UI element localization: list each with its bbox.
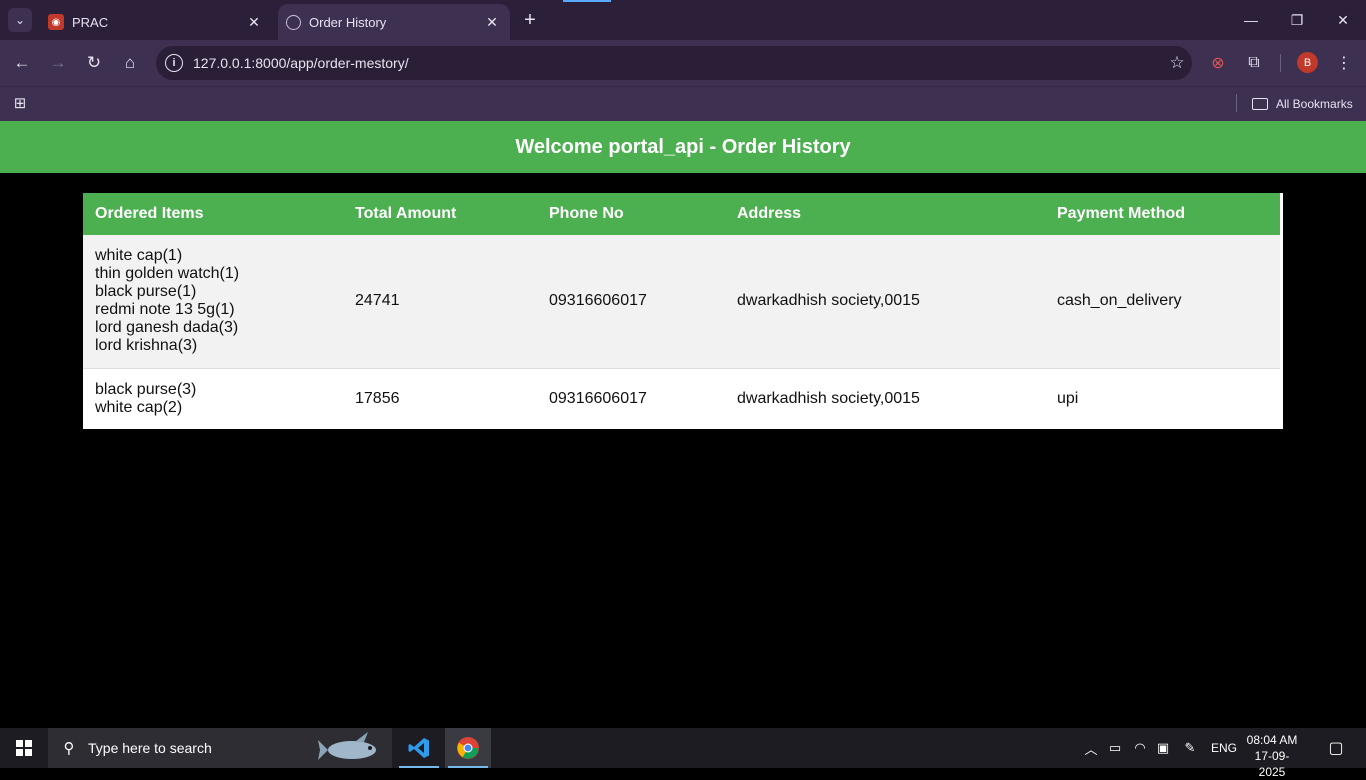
- column-header: Total Amount: [343, 193, 537, 235]
- total-amount-cell: 17856: [343, 368, 537, 429]
- page-header: Welcome portal_api - Order History: [0, 121, 1366, 173]
- tab-search-chevron-icon[interactable]: ⌄: [8, 8, 32, 32]
- ordered-item: lord ganesh dada(3): [95, 319, 239, 337]
- window-close-icon[interactable]: ✕: [1320, 0, 1366, 40]
- url-text[interactable]: 127.0.0.1:8000/app/order-mestory/: [193, 55, 1162, 71]
- start-button[interactable]: [0, 728, 48, 768]
- battery-icon[interactable]: ▭: [1104, 728, 1126, 768]
- taskbar-search-box[interactable]: ⚲ Type here to search: [48, 728, 392, 768]
- phone-cell: 09316606017: [537, 235, 725, 369]
- payment-method-cell: cash_on_delivery: [1045, 235, 1280, 369]
- payment-method-cell: upi: [1045, 368, 1280, 429]
- tab-group-indicator: [563, 0, 611, 2]
- extensions-puzzle-icon[interactable]: ⧉: [1241, 50, 1267, 76]
- column-header: Ordered Items: [83, 193, 343, 235]
- close-icon[interactable]: ✕: [482, 12, 502, 32]
- column-header: Address: [725, 193, 1045, 235]
- chrome-taskbar-app[interactable]: [445, 728, 491, 768]
- ordered-items-cell: black purse(3) white cap(2): [83, 368, 343, 429]
- address-bar[interactable]: i 127.0.0.1:8000/app/order-mestory/ ☆: [156, 46, 1192, 80]
- apps-grid-icon[interactable]: ⊞: [11, 94, 29, 112]
- order-history-table: Ordered Items Total Amount Phone No Addr…: [83, 193, 1280, 429]
- back-arrow-icon[interactable]: ←: [9, 50, 35, 76]
- tab-title: Order History: [309, 14, 387, 30]
- table-row: white cap(1) thin golden watch(1) black …: [83, 235, 1280, 369]
- tab-strip: ⌄ ◉ PRAC ✕ Order History ✕ + — ❐ ✕: [0, 0, 1366, 40]
- wifi-icon[interactable]: ◠: [1128, 728, 1152, 768]
- forward-arrow-icon[interactable]: →: [45, 50, 71, 76]
- column-header: Phone No: [537, 193, 725, 235]
- search-icon: ⚲: [63, 740, 75, 757]
- bookmarks-divider: [1236, 94, 1237, 112]
- clock[interactable]: 08:04 AM 17-09-2025: [1244, 732, 1300, 780]
- reload-icon[interactable]: ↻: [81, 50, 107, 76]
- clock-time: 08:04 AM: [1246, 733, 1298, 747]
- ordered-item: thin golden watch(1): [95, 265, 240, 283]
- ordered-items-cell: white cap(1) thin golden watch(1) black …: [83, 235, 343, 369]
- show-hidden-icons-chevron-icon[interactable]: ︿: [1080, 728, 1102, 768]
- order-history-table-container: Ordered Items Total Amount Phone No Addr…: [83, 193, 1283, 429]
- windows-taskbar: ⚲ Type here to search ︿ ▭ ◠ ▣ ✎ ENG 08:0…: [0, 728, 1366, 779]
- clock-date: 17-09-2025: [1254, 749, 1290, 779]
- new-tab-plus-icon[interactable]: +: [518, 8, 542, 32]
- close-icon[interactable]: ✕: [244, 12, 264, 32]
- toolbar-divider: [1280, 54, 1281, 72]
- vscode-taskbar-app[interactable]: [396, 728, 442, 768]
- address-cell: dwarkadhish society,0015: [725, 235, 1045, 369]
- tab-prac[interactable]: ◉ PRAC ✕: [40, 4, 272, 40]
- page-content: Welcome portal_api - Order History Order…: [0, 121, 1366, 728]
- browser-toolbar: ← → ↻ ⌂ i 127.0.0.1:8000/app/order-mesto…: [0, 40, 1366, 86]
- input-language[interactable]: ENG: [1206, 728, 1242, 768]
- globe-icon: [286, 14, 301, 30]
- menu-kebab-icon[interactable]: ⋮: [1331, 50, 1357, 76]
- windows-logo-icon: [16, 740, 32, 756]
- ordered-item: redmi note 13 5g(1): [95, 301, 235, 319]
- address-cell: dwarkadhish society,0015: [725, 368, 1045, 429]
- table-header-row: Ordered Items Total Amount Phone No Addr…: [83, 193, 1280, 235]
- vscode-icon: [408, 738, 429, 758]
- site-info-icon[interactable]: i: [165, 54, 183, 72]
- all-bookmarks-label: All Bookmarks: [1276, 97, 1353, 111]
- bookmark-star-icon[interactable]: ☆: [1162, 53, 1192, 73]
- column-header: Payment Method: [1045, 193, 1280, 235]
- bookmarks-bar: ⊞ All Bookmarks: [0, 86, 1366, 121]
- search-placeholder: Type here to search: [88, 740, 212, 756]
- chrome-icon: [457, 737, 479, 759]
- ordered-item: black purse(1): [95, 283, 197, 301]
- ordered-item: lord krishna(3): [95, 337, 198, 355]
- tab-title: PRAC: [72, 14, 109, 30]
- search-highlight-fish-icon: [318, 732, 376, 760]
- pen-workspace-icon[interactable]: ✎: [1178, 728, 1202, 768]
- minimize-icon[interactable]: —: [1228, 0, 1274, 40]
- blocked-extension-icon[interactable]: ⊗: [1205, 50, 1231, 76]
- ordered-item: white cap(2): [95, 398, 183, 416]
- total-amount-cell: 24741: [343, 235, 537, 369]
- home-icon[interactable]: ⌂: [117, 50, 143, 76]
- folder-icon: [1252, 98, 1268, 110]
- meet-now-icon[interactable]: ▣: [1152, 728, 1174, 768]
- phone-cell: 09316606017: [537, 368, 725, 429]
- all-bookmarks-button[interactable]: All Bookmarks: [1252, 93, 1353, 115]
- tab-order-history[interactable]: Order History ✕: [278, 4, 510, 40]
- ordered-item: black purse(3): [95, 380, 197, 398]
- restore-icon[interactable]: ❐: [1274, 0, 1320, 40]
- ordered-item: white cap(1): [95, 247, 183, 265]
- profile-avatar[interactable]: B: [1297, 52, 1318, 73]
- notification-center-icon[interactable]: ▢: [1318, 728, 1354, 768]
- table-row: black purse(3) white cap(2) 17856 093166…: [83, 368, 1280, 429]
- prac-favicon-icon: ◉: [48, 14, 64, 30]
